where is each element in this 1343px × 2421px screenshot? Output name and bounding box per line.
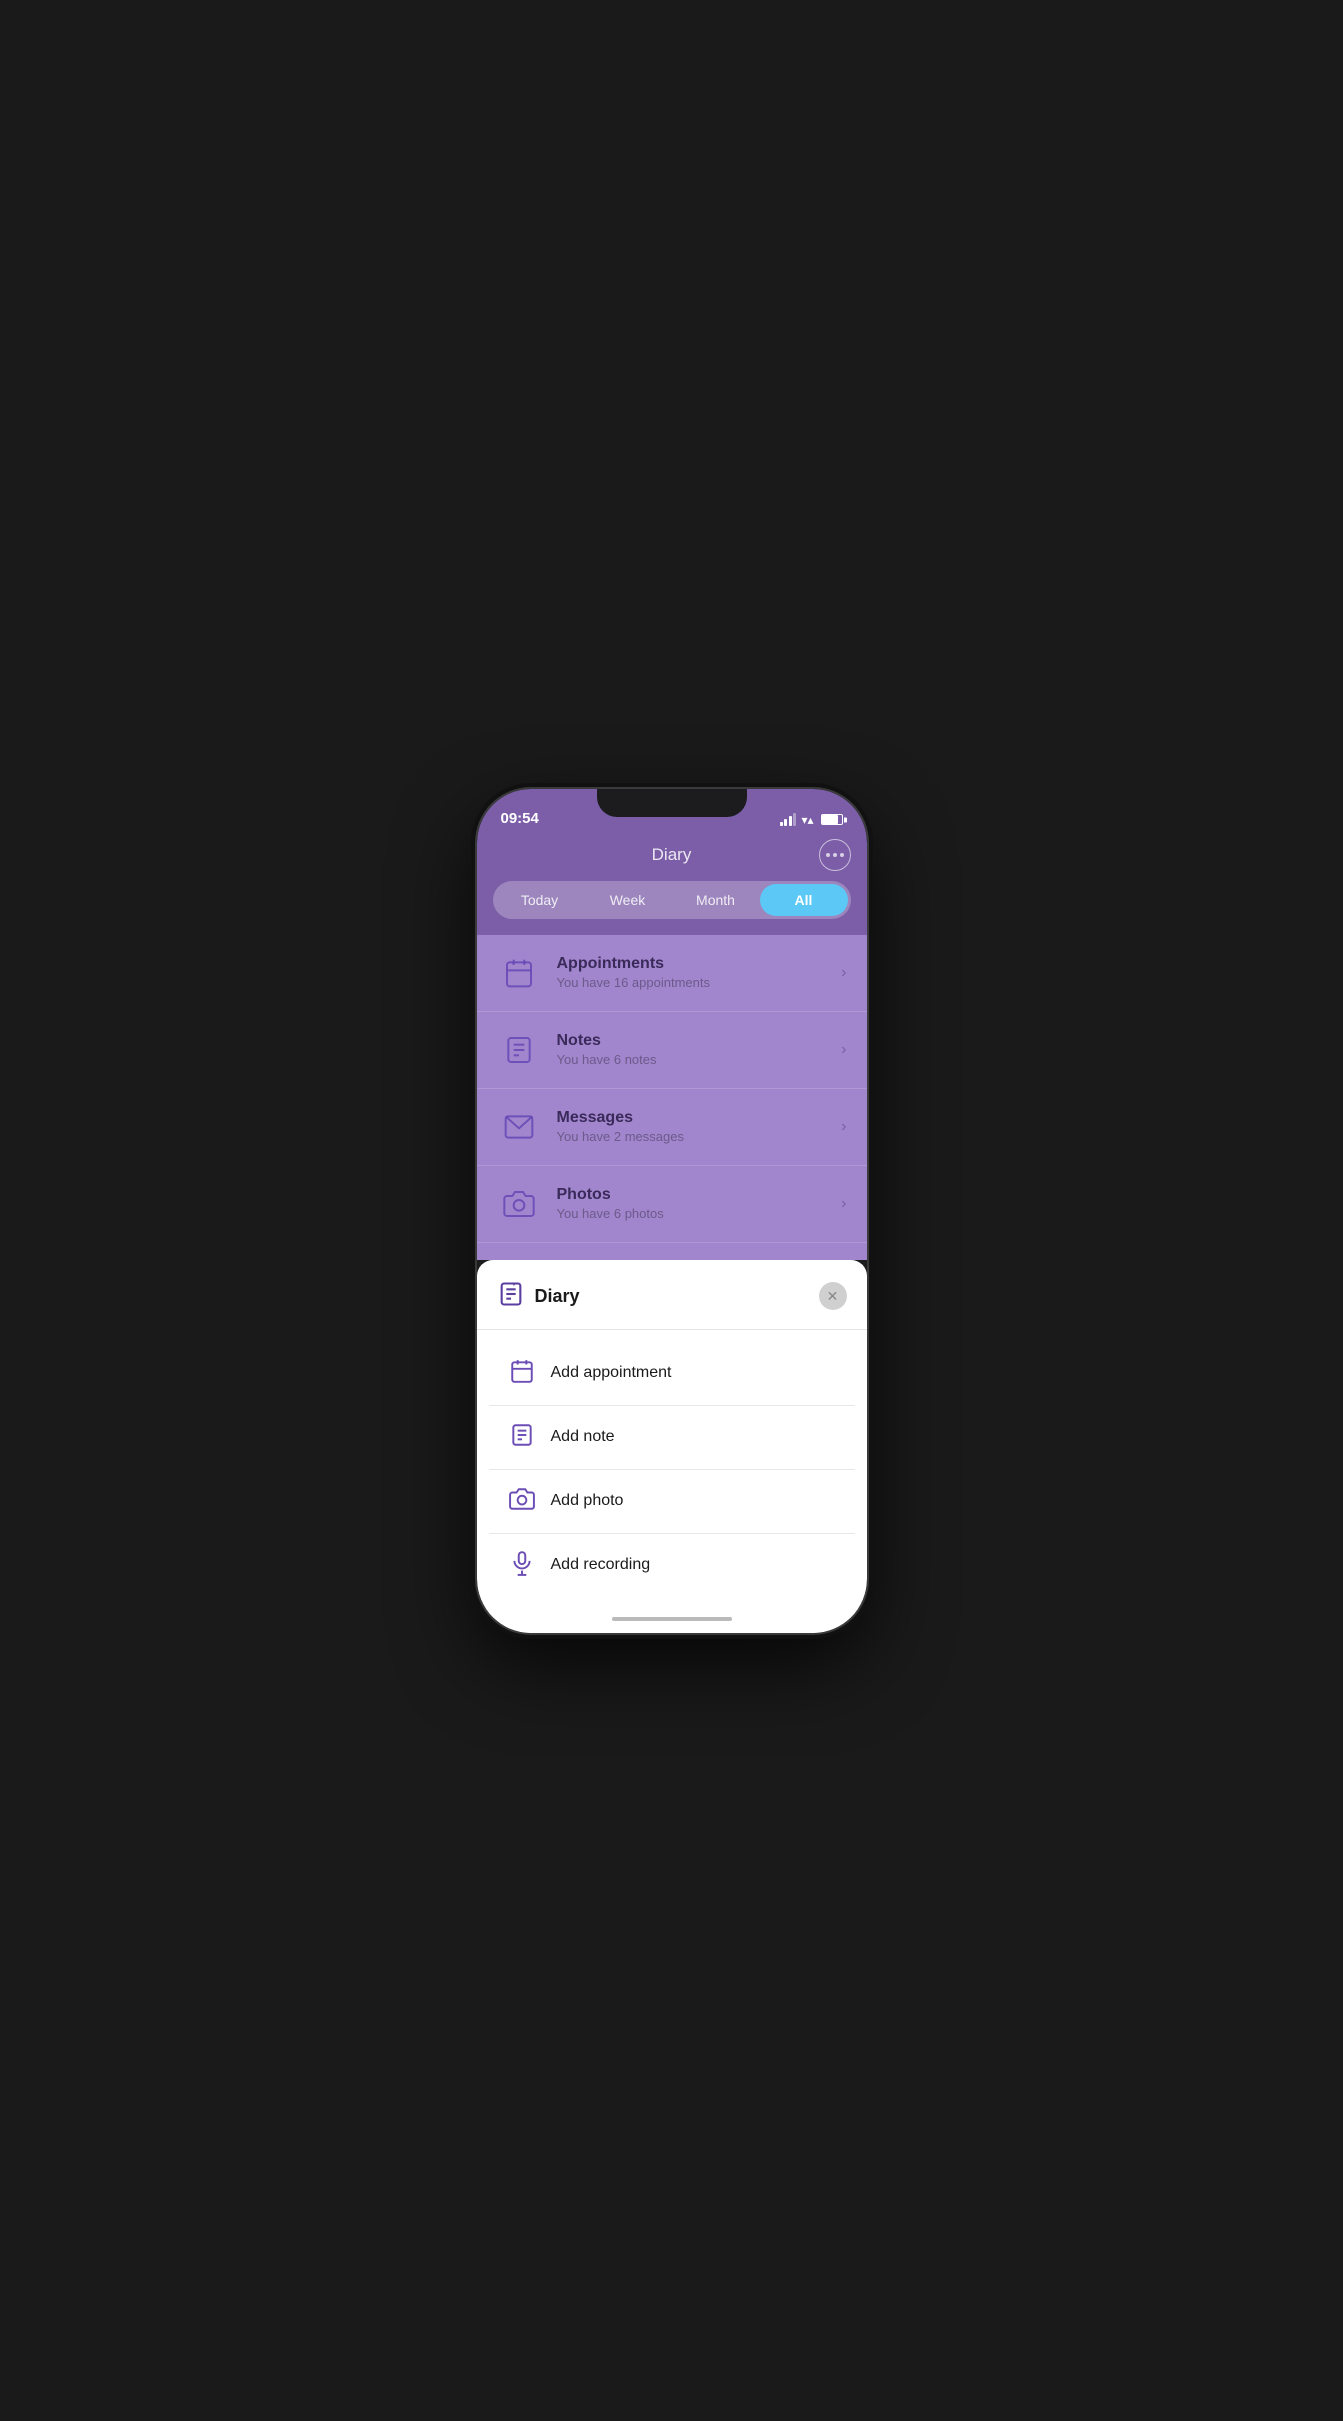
notch — [597, 789, 747, 817]
add-photo-icon — [509, 1486, 535, 1517]
header-title: Diary — [652, 845, 692, 865]
bottom-sheet-title: Diary — [535, 1286, 580, 1307]
camera-icon — [497, 1182, 541, 1226]
add-recording-icon — [509, 1550, 535, 1581]
tab-all[interactable]: All — [760, 884, 848, 916]
diary-sheet-icon — [497, 1280, 525, 1313]
dots-icon — [826, 853, 844, 857]
bottom-sheet-title-row: Diary — [497, 1280, 580, 1313]
appointments-text: Appointments You have 16 appointments — [557, 955, 842, 990]
messages-chevron: › — [841, 1118, 846, 1136]
phone-frame: 09:54 ▾▴ Diary — [477, 789, 867, 1633]
notes-title: Notes — [557, 1032, 842, 1050]
diary-list: Appointments You have 16 appointments › — [477, 935, 867, 1260]
phone-screen: 09:54 ▾▴ Diary — [477, 789, 867, 1633]
add-appointment-icon — [509, 1358, 535, 1389]
home-bar — [612, 1617, 732, 1621]
list-item-recordings[interactable]: Recordings You have 2 recordings › — [477, 1243, 867, 1260]
bottom-sheet-header: Diary ✕ — [477, 1260, 867, 1330]
close-button[interactable]: ✕ — [819, 1282, 847, 1310]
battery-icon — [821, 814, 843, 825]
appointments-subtitle: You have 16 appointments — [557, 975, 842, 990]
wifi-icon: ▾▴ — [801, 813, 813, 827]
add-note-label: Add note — [551, 1428, 615, 1446]
status-time: 09:54 — [501, 810, 539, 827]
add-recording-item[interactable]: Add recording — [489, 1534, 855, 1597]
add-recording-label: Add recording — [551, 1556, 651, 1574]
appointments-title: Appointments — [557, 955, 842, 973]
list-item-notes[interactable]: Notes You have 6 notes › — [477, 1012, 867, 1089]
notes-chevron: › — [841, 1041, 846, 1059]
main-content: Diary Today Week Month All — [477, 833, 867, 1633]
list-item-messages[interactable]: Messages You have 2 messages › — [477, 1089, 867, 1166]
list-item-appointments[interactable]: Appointments You have 16 appointments › — [477, 935, 867, 1012]
add-note-icon — [509, 1422, 535, 1453]
bottom-sheet: Diary ✕ — [477, 1260, 867, 1633]
home-indicator — [477, 1609, 867, 1633]
messages-text: Messages You have 2 messages — [557, 1109, 842, 1144]
list-item-photos[interactable]: Photos You have 6 photos › — [477, 1166, 867, 1243]
notes-text: Notes You have 6 notes — [557, 1032, 842, 1067]
status-icons: ▾▴ — [780, 813, 843, 827]
messages-subtitle: You have 2 messages — [557, 1129, 842, 1144]
photos-subtitle: You have 6 photos — [557, 1206, 842, 1221]
envelope-icon — [497, 1105, 541, 1149]
notes-subtitle: You have 6 notes — [557, 1052, 842, 1067]
sheet-action-list: Add appointment Add note — [489, 1342, 855, 1597]
notes-icon — [497, 1028, 541, 1072]
signal-icon — [780, 813, 797, 826]
add-note-item[interactable]: Add note — [489, 1406, 855, 1470]
add-photo-label: Add photo — [551, 1492, 624, 1510]
app-header: Diary — [477, 833, 867, 881]
messages-title: Messages — [557, 1109, 842, 1127]
photos-text: Photos You have 6 photos — [557, 1186, 842, 1221]
add-appointment-label: Add appointment — [551, 1364, 672, 1382]
menu-button[interactable] — [819, 839, 851, 871]
tab-month[interactable]: Month — [672, 884, 760, 916]
add-photo-item[interactable]: Add photo — [489, 1470, 855, 1534]
photos-title: Photos — [557, 1186, 842, 1204]
close-icon: ✕ — [827, 1288, 839, 1305]
calendar-icon — [497, 951, 541, 995]
appointments-chevron: › — [841, 964, 846, 982]
tab-container: Today Week Month All — [493, 881, 851, 919]
tab-today[interactable]: Today — [496, 884, 584, 916]
photos-chevron: › — [841, 1195, 846, 1213]
add-appointment-item[interactable]: Add appointment — [489, 1342, 855, 1406]
tab-bar: Today Week Month All — [477, 881, 867, 935]
tab-week[interactable]: Week — [584, 884, 672, 916]
